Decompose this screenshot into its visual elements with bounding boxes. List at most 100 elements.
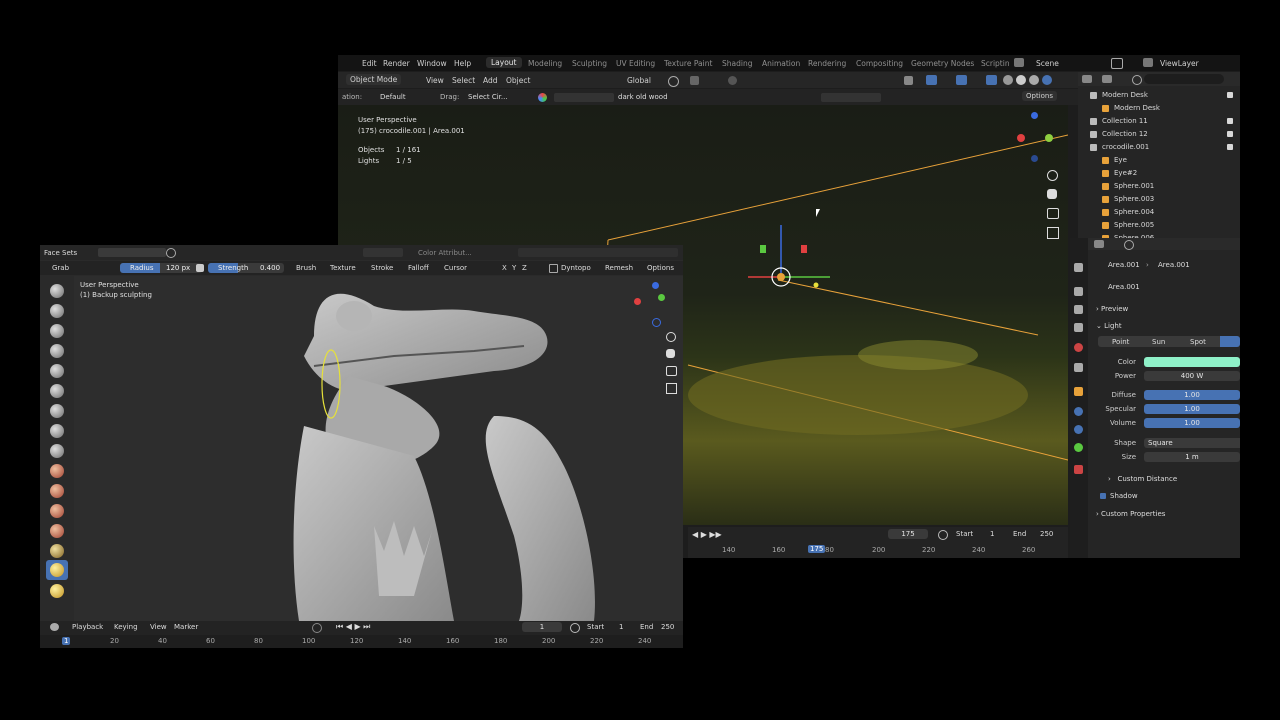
brush-search-icon[interactable]: [166, 248, 176, 258]
tab-texture-paint[interactable]: Texture Paint: [664, 59, 712, 68]
exclude-checkbox[interactable]: [1227, 144, 1233, 150]
end-value[interactable]: 250: [1040, 530, 1053, 538]
menu-view[interactable]: View: [426, 76, 444, 85]
options-menu[interactable]: Options: [647, 264, 674, 272]
flatten-brush-icon[interactable]: [50, 464, 64, 478]
overlay-toggle-icon[interactable]: [956, 75, 967, 85]
tab-modeling[interactable]: Modeling: [528, 59, 562, 68]
custom-distance-toggle[interactable]: › Custom Distance: [1108, 475, 1177, 483]
keying-menu[interactable]: Keying: [114, 623, 138, 631]
timeline-editor-icon[interactable]: [50, 623, 59, 631]
nav-gizmo-neg-z[interactable]: [652, 318, 661, 327]
draw-sharp-brush-icon[interactable]: [50, 304, 64, 318]
smooth-brush-icon[interactable]: [50, 444, 64, 458]
gizmo-plane-yz[interactable]: [760, 245, 766, 253]
end-value[interactable]: 250: [661, 623, 674, 631]
properties-search-icon[interactable]: [1124, 240, 1134, 250]
viewport-display-icons[interactable]: [518, 248, 678, 257]
light-type-sun[interactable]: Sun: [1152, 338, 1165, 346]
solid-shading-icon[interactable]: [1016, 75, 1026, 85]
display-mode-icon[interactable]: [1102, 75, 1112, 83]
playhead-frame[interactable]: 175: [808, 545, 826, 553]
wireframe-shading-icon[interactable]: [1003, 75, 1013, 85]
clock-icon[interactable]: [570, 623, 580, 633]
outliner-row[interactable]: Modern Desk: [1078, 89, 1238, 102]
light-type-area[interactable]: [1220, 336, 1240, 347]
strength-field[interactable]: Strength 0.400: [208, 263, 284, 273]
frame-ruler[interactable]: 1 20 40 60 80 100 120 140 160 180 200 220 240: [40, 635, 683, 648]
nav-gizmo-y[interactable]: [658, 294, 665, 301]
outliner-search-field[interactable]: [1144, 74, 1224, 84]
zoom-icon[interactable]: [666, 332, 676, 342]
outliner-row[interactable]: Sphere.003: [1078, 193, 1238, 206]
exclude-checkbox[interactable]: [1227, 118, 1233, 124]
tab-layout[interactable]: Layout: [486, 57, 522, 68]
nav-gizmo-z[interactable]: [1031, 112, 1038, 119]
light-target-dot[interactable]: [813, 282, 819, 288]
menu-select[interactable]: Select: [452, 76, 475, 85]
light-color-swatch[interactable]: [1144, 357, 1240, 367]
remesh-menu[interactable]: Remesh: [605, 264, 633, 272]
inflate-brush-icon[interactable]: [50, 384, 64, 398]
pan-hand-icon[interactable]: [666, 349, 675, 358]
scrape-brush-icon[interactable]: [50, 504, 64, 518]
playback-menu[interactable]: Playback: [72, 623, 103, 631]
exclude-checkbox[interactable]: [1227, 92, 1233, 98]
menu-render[interactable]: Render: [383, 59, 410, 68]
grid-view-icon[interactable]: [666, 383, 677, 394]
pinch-brush-icon[interactable]: [50, 544, 64, 558]
object-mode-dropdown[interactable]: Object Mode: [346, 74, 402, 85]
outliner-editor-icon[interactable]: [1082, 75, 1092, 83]
light-type-spot[interactable]: Spot: [1190, 338, 1206, 346]
tab-geometry-nodes[interactable]: Geometry Nodes: [911, 59, 974, 68]
crease-brush-icon[interactable]: [50, 424, 64, 438]
volume-slider[interactable]: 1.00: [1144, 418, 1240, 428]
nav-gizmo-z[interactable]: [652, 282, 659, 289]
layer-brush-icon[interactable]: [50, 364, 64, 378]
menu-object[interactable]: Object: [506, 76, 530, 85]
material-shading-icon[interactable]: [1029, 75, 1039, 85]
tab-animation[interactable]: Animation: [762, 59, 800, 68]
menu-window[interactable]: Window: [417, 59, 447, 68]
outliner-row[interactable]: Eye: [1078, 154, 1238, 167]
tab-sculpting[interactable]: Sculpting: [572, 59, 607, 68]
playback-controls-icon[interactable]: ⏮ ◀ ▶ ⏭: [336, 622, 370, 632]
fill-brush-icon[interactable]: [50, 484, 64, 498]
current-frame-field[interactable]: 1: [522, 622, 562, 632]
copy-scene-icon[interactable]: [1111, 58, 1123, 69]
light-center[interactable]: [777, 273, 785, 281]
blob-brush-icon[interactable]: [50, 404, 64, 418]
preview-panel-header[interactable]: › Preview: [1096, 305, 1128, 313]
menu-add[interactable]: Add: [483, 76, 498, 85]
playhead-frame[interactable]: 1: [62, 637, 71, 645]
tab-scripting[interactable]: Scriptin: [981, 59, 1010, 68]
radius-field[interactable]: Radius 120 px: [120, 263, 202, 273]
clock-icon[interactable]: [938, 530, 948, 540]
outliner-row[interactable]: Sphere.004: [1078, 206, 1238, 219]
elastic-deform-brush-icon[interactable]: [50, 584, 64, 598]
nav-gizmo-x[interactable]: [1017, 134, 1025, 142]
cursor-menu[interactable]: Cursor: [444, 264, 467, 272]
dyntopo-menu[interactable]: Dyntopo: [561, 264, 591, 272]
start-value[interactable]: 1: [619, 623, 623, 631]
custom-properties-panel[interactable]: › Custom Properties: [1096, 510, 1165, 518]
scene-icon[interactable]: [1014, 58, 1024, 67]
light-panel-header[interactable]: ⌄ Light: [1096, 322, 1122, 330]
falloff-menu[interactable]: Falloff: [408, 264, 429, 272]
view-layer-icon[interactable]: [1143, 58, 1153, 67]
menu-edit[interactable]: Edit: [362, 59, 377, 68]
options-button[interactable]: Options: [1022, 91, 1058, 101]
gizmo-toggle-icon[interactable]: [926, 75, 937, 85]
size-field[interactable]: 1 m: [1144, 452, 1240, 462]
outliner-row[interactable]: Collection 12: [1078, 128, 1238, 141]
dyntopo-checkbox[interactable]: [549, 264, 558, 273]
view-layer-selector[interactable]: ViewLayer: [1160, 59, 1199, 68]
symmetry-z[interactable]: Z: [522, 264, 527, 272]
menu-help[interactable]: Help: [454, 59, 471, 68]
zoom-icon[interactable]: [1047, 170, 1058, 181]
outliner-row[interactable]: crocodile.001: [1078, 141, 1238, 154]
drag-dropdown[interactable]: Select Cir...: [468, 93, 508, 101]
view-layer-tab-icon[interactable]: [1074, 323, 1083, 332]
camera-view-icon[interactable]: [1047, 208, 1059, 219]
sculpt-mode-icons[interactable]: [98, 248, 166, 257]
